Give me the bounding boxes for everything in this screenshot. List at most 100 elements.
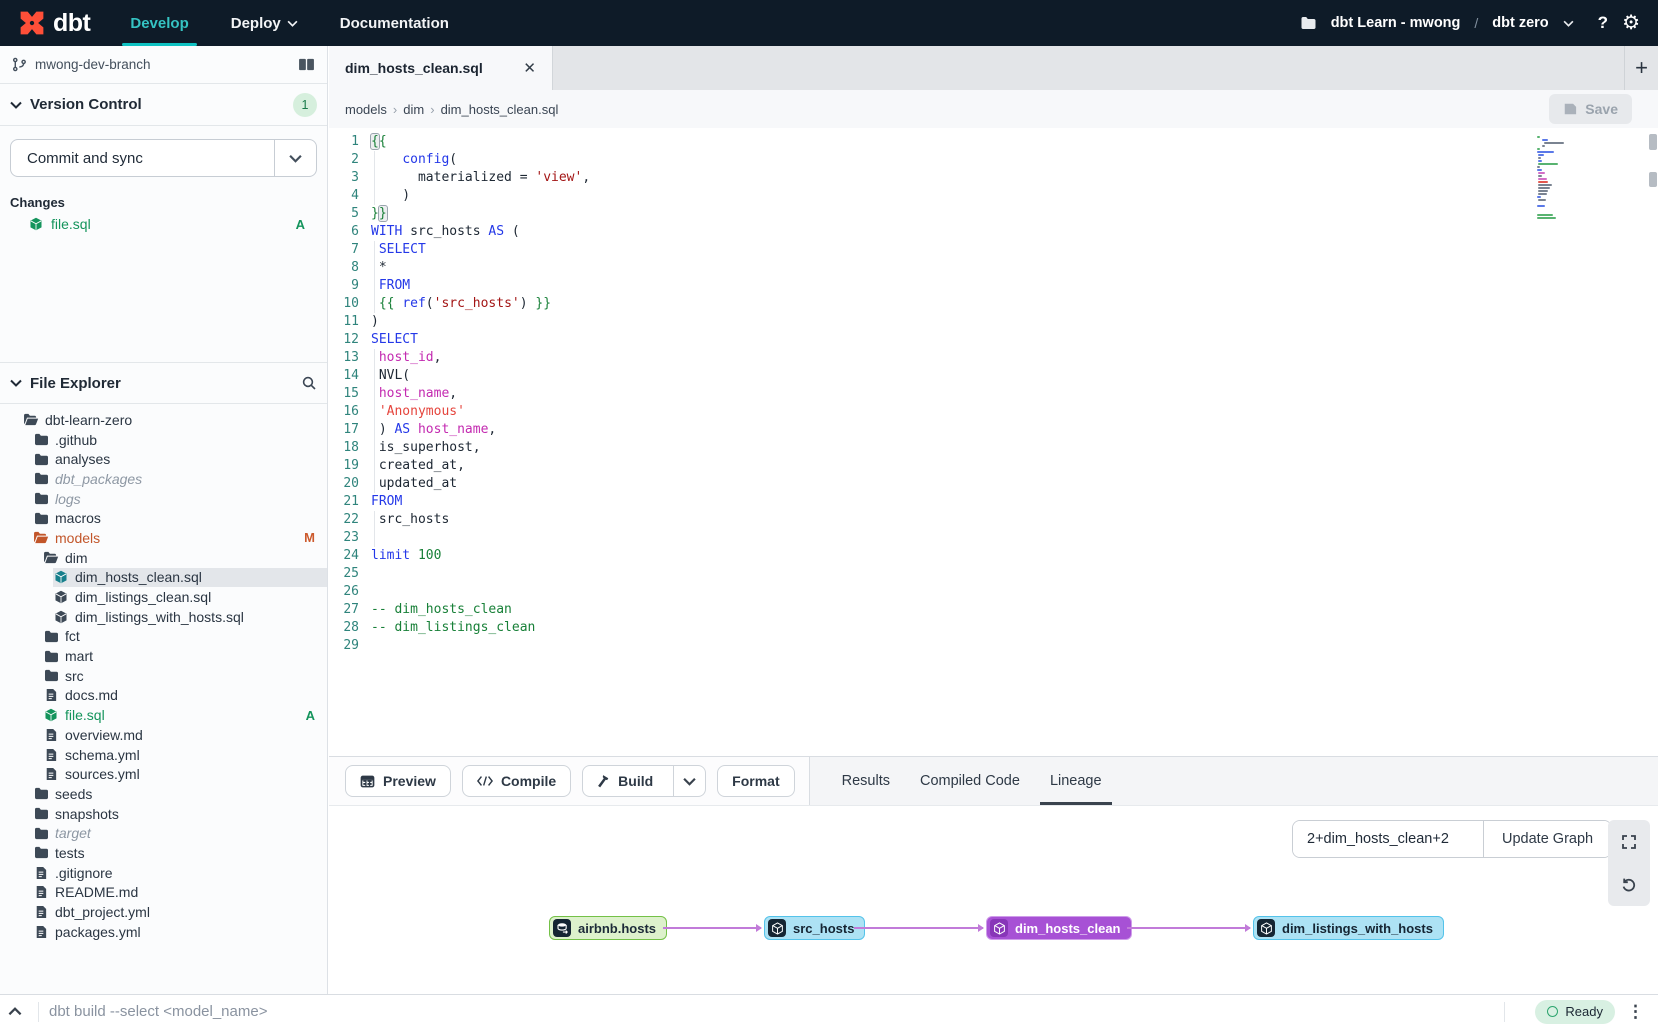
- line-number: 21: [329, 493, 359, 511]
- breadcrumb-dim[interactable]: dim: [403, 102, 424, 117]
- tree-item-snapshots[interactable]: snapshots: [0, 804, 327, 824]
- tree-item-macros[interactable]: macros: [0, 508, 327, 528]
- tab-dim-hosts-clean[interactable]: dim_hosts_clean.sql ✕: [329, 46, 553, 90]
- tree-item-README.md[interactable]: README.md: [0, 883, 327, 903]
- nav-documentation[interactable]: Documentation: [340, 0, 449, 46]
- tree-item-dim_listings_clean.sql[interactable]: dim_listings_clean.sql: [0, 587, 327, 607]
- tree-item-.github[interactable]: .github: [0, 430, 327, 450]
- nav-deploy[interactable]: Deploy: [231, 0, 298, 46]
- build-button[interactable]: Build: [583, 766, 665, 796]
- code-line: 21FROM: [329, 493, 1658, 511]
- tree-item-target[interactable]: target: [0, 823, 327, 843]
- tree-item-label: file.sql: [65, 707, 105, 723]
- scrollbar-marker: [1649, 172, 1657, 187]
- line-number: 8: [329, 259, 359, 277]
- tree-item-overview.md[interactable]: overview.md: [0, 725, 327, 745]
- tree-item-file.sql[interactable]: file.sql A: [0, 705, 327, 725]
- format-button[interactable]: Format: [717, 765, 794, 797]
- command-input[interactable]: [47, 1002, 1496, 1021]
- project-name[interactable]: dbt Learn - mwong: [1331, 15, 1461, 31]
- tab-compiled-code[interactable]: Compiled Code: [920, 757, 1020, 805]
- tree-item-packages.yml[interactable]: packages.yml: [0, 922, 327, 942]
- tree-item-seeds[interactable]: seeds: [0, 784, 327, 804]
- tree-item-label: src: [65, 668, 84, 684]
- file-status-badge: A: [306, 708, 315, 723]
- tree-item-dim[interactable]: dim: [0, 548, 327, 568]
- save-button[interactable]: Save: [1549, 94, 1632, 124]
- file-explorer-title: File Explorer: [30, 375, 121, 392]
- line-number: 3: [329, 169, 359, 187]
- tree-item-dim_listings_with_hosts.sql[interactable]: dim_listings_with_hosts.sql: [0, 607, 327, 627]
- tree-item-dbt_project.yml[interactable]: dbt_project.yml: [0, 902, 327, 922]
- kebab-menu-icon[interactable]: ⋮: [1627, 1002, 1644, 1022]
- tree-item-analyses[interactable]: analyses: [0, 449, 327, 469]
- dbt-logo[interactable]: dbt: [18, 9, 90, 38]
- tree-item-src[interactable]: src: [0, 666, 327, 686]
- tree-item-.gitignore[interactable]: .gitignore: [0, 863, 327, 883]
- tree-item-logs[interactable]: logs: [0, 489, 327, 509]
- new-tab-button[interactable]: +: [1624, 46, 1658, 90]
- tree-item-tests[interactable]: tests: [0, 843, 327, 863]
- line-number: 2: [329, 151, 359, 169]
- scrollbar-thumb[interactable]: [1649, 134, 1657, 150]
- compile-button[interactable]: Compile: [462, 765, 571, 797]
- lineage-node-dim_hosts_clean[interactable]: dim_hosts_clean: [986, 916, 1132, 940]
- docs-icon[interactable]: [298, 58, 315, 71]
- commit-options-button[interactable]: [274, 140, 316, 176]
- tree-item-dbt_packages[interactable]: dbt_packages: [0, 469, 327, 489]
- reset-view-icon[interactable]: [1608, 863, 1650, 906]
- help-icon[interactable]: ?: [1598, 13, 1608, 33]
- build-options-button[interactable]: [673, 766, 705, 796]
- fullscreen-icon[interactable]: [1608, 820, 1650, 863]
- lineage-controls: Update Graph: [1292, 820, 1612, 858]
- version-control-header[interactable]: Version Control 1: [0, 84, 327, 126]
- search-icon[interactable]: [301, 375, 317, 391]
- tree-item-dim_hosts_clean.sql[interactable]: dim_hosts_clean.sql: [0, 568, 327, 588]
- folder-icon: [33, 472, 49, 485]
- update-graph-button[interactable]: Update Graph: [1483, 821, 1611, 857]
- tree-item-label: mart: [65, 648, 93, 664]
- file-explorer-header[interactable]: File Explorer: [0, 362, 327, 404]
- code-editor[interactable]: 1{{2 config(3 materialized = 'view',4 )5…: [329, 128, 1658, 756]
- tree-item-docs.md[interactable]: docs.md: [0, 686, 327, 706]
- cube-icon: [1257, 919, 1275, 937]
- logo-text: dbt: [53, 9, 90, 38]
- code-line: 23: [329, 529, 1658, 547]
- tree-item-schema.yml[interactable]: schema.yml: [0, 745, 327, 765]
- breadcrumb-file[interactable]: dim_hosts_clean.sql: [441, 102, 559, 117]
- doc-icon: [33, 905, 49, 919]
- folder-open-icon: [43, 551, 59, 564]
- line-number: 13: [329, 349, 359, 367]
- lineage-node-src_hosts[interactable]: src_hosts: [764, 916, 865, 940]
- lineage-node-airbnb.hosts[interactable]: airbnb.hosts: [549, 916, 667, 940]
- code-line: 24limit 100: [329, 547, 1658, 565]
- hammer-icon: [595, 774, 610, 789]
- close-icon[interactable]: ✕: [523, 59, 536, 77]
- code-line: 3 materialized = 'view',: [329, 169, 1658, 187]
- grid-icon: [360, 774, 375, 789]
- branch-bar[interactable]: mwong-dev-branch: [0, 46, 327, 84]
- line-number: 29: [329, 637, 359, 655]
- line-number: 14: [329, 367, 359, 385]
- chevron-up-icon[interactable]: [0, 1007, 30, 1016]
- tree-item-mart[interactable]: mart: [0, 646, 327, 666]
- tab-lineage[interactable]: Lineage: [1050, 757, 1102, 805]
- nav-develop[interactable]: Develop: [130, 0, 188, 46]
- code-line: 20 updated_at: [329, 475, 1658, 493]
- commit-and-sync-button[interactable]: Commit and sync: [11, 140, 274, 176]
- preview-button[interactable]: Preview: [345, 765, 451, 797]
- tree-item-dbt-learn-zero[interactable]: dbt-learn-zero: [0, 410, 327, 430]
- top-nav: dbt Develop Deploy Documentation dbt Lea…: [0, 0, 1658, 46]
- tree-item-models[interactable]: modelsM: [0, 528, 327, 548]
- gear-icon[interactable]: ⚙: [1622, 13, 1640, 33]
- lineage-node-dim_listings_with_hosts[interactable]: dim_listings_with_hosts: [1253, 916, 1444, 940]
- lineage-selector-input[interactable]: [1293, 821, 1483, 857]
- editor-tab-bar: dim_hosts_clean.sql ✕ +: [329, 46, 1658, 90]
- changed-file-row[interactable]: file.sql A: [10, 214, 317, 234]
- tree-item-sources.yml[interactable]: sources.yml: [0, 764, 327, 784]
- environment-name[interactable]: dbt zero: [1492, 15, 1548, 31]
- breadcrumb-models[interactable]: models: [345, 102, 387, 117]
- tree-item-fct[interactable]: fct: [0, 627, 327, 647]
- tab-results[interactable]: Results: [842, 757, 890, 805]
- folder-icon: [33, 787, 49, 800]
